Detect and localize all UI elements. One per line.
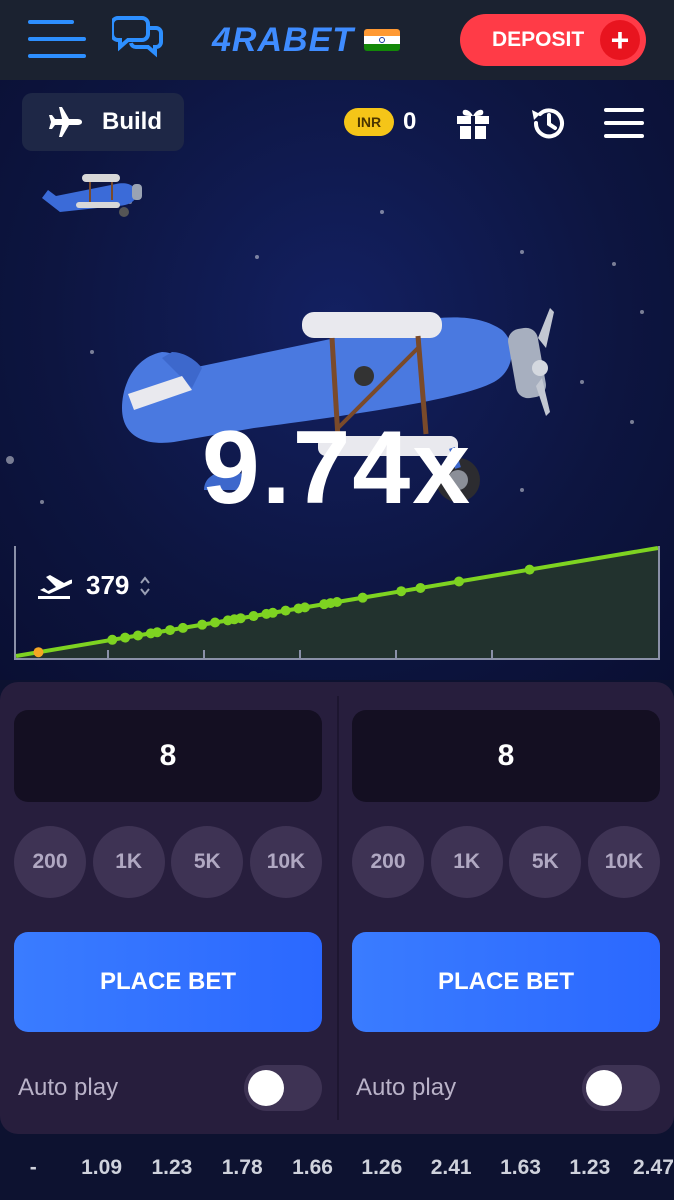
graph-point — [267, 607, 278, 618]
bet-slot-1: 8 200 1K 5K 10K PLACE BET Auto play — [14, 710, 322, 1112]
history-item: 1.78 — [221, 1156, 263, 1179]
quick-amount-button[interactable]: 200 — [352, 826, 424, 898]
history-item: 1.66 — [292, 1156, 333, 1179]
history-item: 2.41 — [430, 1156, 472, 1179]
graph-point — [357, 592, 368, 603]
history-item: - — [29, 1156, 37, 1179]
graph-point — [165, 625, 176, 636]
plus-icon: + — [600, 20, 640, 60]
history-item: 1.63 — [500, 1156, 541, 1179]
graph-point — [177, 622, 188, 633]
takeoff-counter[interactable]: 379 — [36, 570, 151, 601]
graph-point — [210, 617, 221, 628]
chat-icon[interactable] — [112, 14, 164, 58]
plane-icon — [49, 107, 82, 137]
toggle-knob — [248, 1070, 284, 1106]
build-label: Build — [102, 108, 162, 135]
graph-point — [396, 586, 407, 597]
quick-amount-button[interactable]: 1K — [92, 826, 165, 898]
bet-panel: 8 200 1K 5K 10K PLACE BET Auto play 8 20… — [0, 682, 674, 1134]
game-area: Build INR 0 9.74x 379 — [0, 80, 674, 680]
auto-play-label: Auto play — [18, 1074, 119, 1101]
gift-icon[interactable] — [455, 104, 491, 140]
graph-point — [453, 576, 464, 587]
toggle-knob — [586, 1070, 622, 1106]
graph-point — [120, 632, 131, 643]
top-bar: 4RABET DEPOSIT + — [0, 0, 674, 80]
auto-play-row: Auto play — [352, 1064, 660, 1112]
history-item: 2.47 — [633, 1156, 674, 1179]
graph-curve — [15, 546, 659, 658]
panel-divider — [337, 696, 339, 1120]
india-flag-icon — [364, 29, 401, 51]
multiplier-value: 9.74x — [201, 410, 473, 526]
bet-slot-2: 8 200 1K 5K 10K PLACE BET Auto play — [352, 710, 660, 1112]
graph-point — [197, 619, 208, 630]
currency-badge: INR — [344, 108, 394, 136]
auto-play-toggle[interactable] — [244, 1065, 322, 1111]
graph-point — [132, 630, 143, 641]
graph-point — [524, 564, 535, 575]
graph-point — [332, 597, 342, 607]
sort-icon — [140, 575, 151, 596]
quick-amount-button[interactable]: 10K — [587, 826, 660, 898]
quick-amount-button[interactable]: 5K — [509, 826, 582, 898]
bet-amount-input[interactable]: 8 — [14, 710, 322, 802]
graph-point — [280, 605, 291, 616]
hamburger-icon[interactable] — [28, 20, 86, 60]
place-bet-button[interactable]: PLACE BET — [14, 932, 322, 1032]
history-item: 1.23 — [151, 1156, 193, 1179]
auto-play-row: Auto play — [14, 1064, 322, 1112]
small-plane-image — [42, 174, 142, 217]
deposit-label: DEPOSIT — [492, 28, 585, 51]
history-item: 1.09 — [81, 1156, 122, 1179]
takeoff-icon — [38, 574, 72, 599]
quick-amount-button[interactable]: 1K — [430, 826, 503, 898]
build-button[interactable]: Build — [22, 93, 184, 151]
flight-graph: 379 — [14, 546, 660, 660]
multiplier-history: - 1.09 1.23 1.78 1.66 1.26 2.41 1.63 1.2… — [0, 1146, 674, 1190]
graph-point — [248, 611, 259, 622]
bet-amount-input[interactable]: 8 — [352, 710, 660, 802]
auto-play-toggle[interactable] — [582, 1065, 660, 1111]
history-item: 1.26 — [361, 1156, 403, 1179]
graph-point — [235, 613, 246, 624]
graph-point — [152, 627, 163, 638]
menu-icon[interactable] — [604, 108, 644, 140]
quick-amounts: 200 1K 5K 10K — [14, 826, 322, 898]
history-item: 1.23 — [569, 1156, 611, 1179]
logo-text: 4RABET — [212, 20, 355, 59]
quick-amount-button[interactable]: 200 — [14, 826, 86, 898]
quick-amount-button[interactable]: 10K — [249, 826, 322, 898]
place-bet-button[interactable]: PLACE BET — [352, 932, 660, 1032]
graph-point — [33, 647, 44, 658]
auto-play-label: Auto play — [356, 1074, 457, 1101]
graph-point — [415, 582, 426, 593]
balance-value: 0 — [403, 108, 417, 135]
graph-point — [299, 602, 310, 613]
quick-amount-button[interactable]: 5K — [171, 826, 244, 898]
deposit-button[interactable]: DEPOSIT + — [460, 14, 646, 66]
history-icon[interactable] — [528, 104, 568, 142]
takeoff-count: 379 — [86, 570, 130, 600]
graph-point — [107, 634, 118, 645]
brand-logo[interactable]: 4RABET — [212, 18, 401, 62]
quick-amounts: 200 1K 5K 10K — [352, 826, 660, 898]
